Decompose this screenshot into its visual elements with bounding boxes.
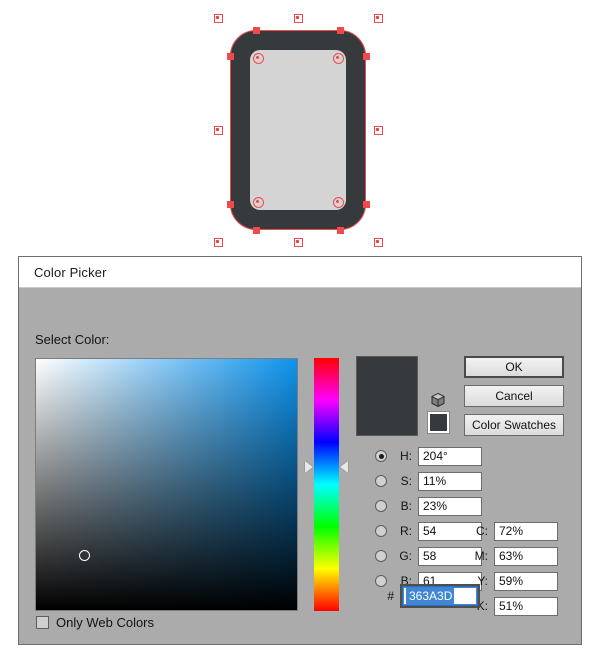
- bbox-handle-top-center[interactable]: [293, 13, 303, 23]
- ok-button[interactable]: OK: [464, 356, 564, 378]
- label-brightness: B:: [400, 499, 412, 513]
- corner-radius-widget-bottom-right[interactable]: [332, 196, 344, 208]
- path-anchor[interactable]: [226, 52, 234, 60]
- path-anchor[interactable]: [362, 52, 370, 60]
- hue-slider[interactable]: [305, 358, 348, 611]
- current-color-swatch[interactable]: [427, 411, 450, 434]
- bbox-handle-bottom-right[interactable]: [373, 237, 383, 247]
- color-swatches-button[interactable]: Color Swatches: [464, 414, 564, 436]
- field-row-green: G:: [375, 546, 482, 566]
- hue-marker-right[interactable]: [340, 461, 348, 473]
- hex-input-value[interactable]: 363A3D: [406, 588, 455, 604]
- input-red[interactable]: [418, 521, 482, 541]
- label-saturation: S:: [400, 474, 412, 488]
- hex-input-focus-ring[interactable]: 363A3D: [400, 584, 480, 608]
- path-anchor[interactable]: [252, 226, 260, 234]
- hue-gradient-strip[interactable]: [314, 358, 339, 611]
- bbox-handle-bottom-left[interactable]: [213, 237, 223, 247]
- path-anchor[interactable]: [226, 200, 234, 208]
- field-row-saturation: S:: [375, 471, 482, 491]
- input-yellow[interactable]: [494, 571, 558, 591]
- input-cyan[interactable]: [494, 521, 558, 541]
- bbox-handle-bottom-center[interactable]: [293, 237, 303, 247]
- saturation-brightness-square[interactable]: [35, 358, 298, 611]
- brightness-gradient: [36, 359, 297, 610]
- field-row-cyan: C:: [474, 521, 558, 541]
- corner-radius-widget-top-left[interactable]: [252, 52, 264, 64]
- selected-artwork[interactable]: [213, 13, 383, 247]
- field-row-hex: # 363A3D: [375, 583, 480, 609]
- path-anchor[interactable]: [336, 26, 344, 34]
- vector-canvas[interactable]: [0, 0, 600, 256]
- hue-marker-left[interactable]: [305, 461, 313, 473]
- label-magenta: M:: [474, 549, 488, 563]
- label-hue: H:: [400, 449, 412, 463]
- radio-red[interactable]: [375, 525, 387, 537]
- input-magenta[interactable]: [494, 546, 558, 566]
- field-row-red: R:: [375, 521, 482, 541]
- input-green[interactable]: [418, 546, 482, 566]
- only-web-colors-label: Only Web Colors: [56, 615, 155, 630]
- radio-hue[interactable]: [375, 450, 387, 462]
- color-cube-icon[interactable]: [430, 392, 446, 408]
- input-brightness[interactable]: [418, 496, 482, 516]
- color-picker-dialog: Color Picker Select Color: OK Cancel Col…: [18, 256, 582, 645]
- new-color-preview: [356, 356, 418, 436]
- field-row-black: K:: [474, 596, 558, 616]
- path-anchor[interactable]: [252, 26, 260, 34]
- label-red: R:: [400, 524, 412, 538]
- select-color-label: Select Color:: [35, 332, 110, 347]
- corner-radius-widget-top-right[interactable]: [332, 52, 344, 64]
- field-row-yellow: Y:: [474, 571, 558, 591]
- dialog-title: Color Picker: [34, 264, 107, 280]
- bbox-handle-top-right[interactable]: [373, 13, 383, 23]
- radio-brightness[interactable]: [375, 500, 387, 512]
- sb-cursor-ring[interactable]: [78, 549, 90, 561]
- label-hex: #: [387, 589, 394, 603]
- bbox-handle-middle-right[interactable]: [373, 125, 383, 135]
- radio-green[interactable]: [375, 550, 387, 562]
- label-cyan: C:: [476, 524, 488, 538]
- path-anchor[interactable]: [362, 200, 370, 208]
- corner-radius-widget-bottom-left[interactable]: [252, 196, 264, 208]
- dialog-titlebar: Color Picker: [19, 257, 581, 288]
- input-saturation[interactable]: [418, 471, 482, 491]
- field-row-magenta: M:: [474, 546, 558, 566]
- only-web-colors-row[interactable]: Only Web Colors: [36, 615, 154, 630]
- shape-inner-screen[interactable]: [250, 50, 346, 210]
- field-row-hue: H:: [375, 446, 482, 466]
- only-web-colors-checkbox[interactable]: [36, 616, 49, 629]
- hex-input[interactable]: 363A3D: [403, 587, 477, 605]
- cancel-button[interactable]: Cancel: [464, 385, 564, 407]
- dialog-body: Select Color: OK Cancel Color Swatches H…: [19, 288, 581, 644]
- bbox-handle-middle-left[interactable]: [213, 125, 223, 135]
- input-black[interactable]: [494, 596, 558, 616]
- bbox-handle-top-left[interactable]: [213, 13, 223, 23]
- path-anchor[interactable]: [336, 226, 344, 234]
- input-hue[interactable]: [418, 446, 482, 466]
- field-row-brightness: B:: [375, 496, 482, 516]
- radio-saturation[interactable]: [375, 475, 387, 487]
- label-green: G:: [399, 549, 412, 563]
